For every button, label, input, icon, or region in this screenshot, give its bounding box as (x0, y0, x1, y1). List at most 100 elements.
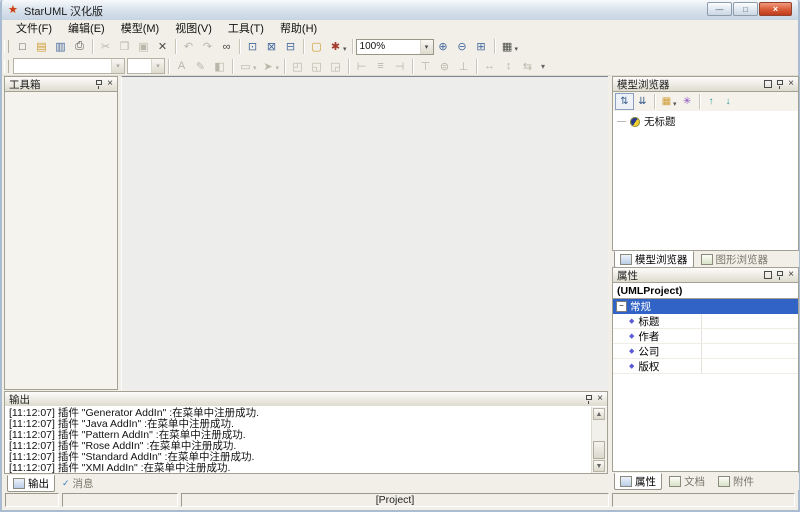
font-size-combobox[interactable]: ▾ (127, 58, 165, 74)
tab-documentation[interactable]: 文档 (663, 473, 711, 490)
tab-output[interactable]: 输出 (7, 475, 55, 492)
menu-edit[interactable]: 编辑(E) (60, 19, 113, 37)
align-left-button[interactable]: ⊢ (352, 58, 371, 75)
close-icon[interactable]: × (107, 79, 113, 89)
property-value[interactable] (701, 329, 798, 343)
output-log[interactable]: [11:12:07] 插件 "Generator AddIn" :在菜单中注册成… (4, 406, 608, 474)
title-bar[interactable]: ★ StarUML 汉化版 — □ × (2, 0, 798, 21)
restore-icon[interactable] (764, 271, 772, 279)
model-browser-header[interactable]: 模型浏览器 × (612, 76, 799, 92)
toolbar-overflow-icon[interactable]: ▾ (541, 62, 545, 71)
property-value[interactable] (701, 359, 798, 373)
align-middle-button[interactable]: ⊜ (435, 58, 454, 75)
close-icon[interactable]: × (597, 394, 603, 404)
property-group-row[interactable]: − 常规 (613, 299, 798, 314)
dropdown-caret-icon[interactable]: ▾ (515, 45, 519, 53)
property-type-selector[interactable]: (UMLProject) (612, 283, 799, 299)
align-center-button[interactable]: ≡ (371, 58, 390, 75)
tab-diagram-browser[interactable]: 图形浏览器 (695, 251, 775, 268)
property-row-author[interactable]: ◆ 作者 (613, 329, 798, 344)
dropdown-caret-icon[interactable]: ▾ (253, 64, 257, 72)
toolbox-body[interactable] (4, 92, 118, 390)
fit-to-window-button[interactable]: ⊞ (472, 38, 491, 55)
pin-icon[interactable] (776, 79, 784, 90)
scrollbar-thumb[interactable] (593, 441, 605, 459)
properties-header[interactable]: 属性 × (612, 267, 799, 283)
paste-button[interactable]: ▣ (134, 38, 153, 55)
property-row-title[interactable]: ◆ 标题 (613, 314, 798, 329)
print-button[interactable]: ⎙ (70, 38, 89, 55)
send-backward-button[interactable]: ◲ (326, 58, 345, 75)
close-button[interactable]: × (759, 2, 792, 16)
save-button[interactable]: ▥ (51, 38, 70, 55)
output-header[interactable]: 输出 × (4, 391, 608, 407)
zoom-combobox[interactable]: 100% ▾ (356, 39, 434, 55)
menu-file[interactable]: 文件(F) (8, 19, 60, 37)
combo-dropdown-icon[interactable]: ▾ (151, 59, 164, 73)
sort-alphabetic-button[interactable]: ⇅ (615, 93, 634, 110)
delete-button[interactable]: ✕ (153, 38, 172, 55)
tab-messages[interactable]: ✓ 消息 (56, 475, 100, 492)
redo-button[interactable]: ↷ (198, 38, 217, 55)
close-icon[interactable]: × (788, 270, 794, 280)
close-icon[interactable]: × (788, 79, 794, 89)
menu-view[interactable]: 视图(V) (167, 19, 220, 37)
menu-help[interactable]: 帮助(H) (272, 19, 325, 37)
toolbox-header[interactable]: 工具箱 × (4, 76, 118, 92)
move-down-button[interactable]: ↓ (720, 94, 737, 109)
undo-button[interactable]: ↶ (179, 38, 198, 55)
property-row-copyright[interactable]: ◆ 版权 (613, 359, 798, 374)
font-color-button[interactable]: A (172, 58, 191, 75)
model-explorer-toggle-button[interactable]: ▢ (307, 38, 326, 55)
tab-attachments[interactable]: 附件 (712, 473, 760, 490)
combo-dropdown-icon[interactable]: ▾ (111, 59, 124, 73)
align-bottom-button[interactable]: ⊥ (454, 58, 473, 75)
zoom-in-button[interactable]: ⊕ (434, 38, 453, 55)
line-color-button[interactable]: ✎ (191, 58, 210, 75)
property-row-company[interactable]: ◆ 公司 (613, 344, 798, 359)
toolbar-grip[interactable] (4, 40, 9, 53)
minimize-button[interactable]: — (707, 2, 732, 16)
find-button[interactable]: ∞ (217, 38, 236, 55)
select-in-docs-button[interactable]: ⊟ (281, 38, 300, 55)
pin-icon[interactable] (776, 270, 784, 281)
align-top-button[interactable]: ⊤ (416, 58, 435, 75)
restore-icon[interactable] (764, 80, 772, 88)
cut-button[interactable]: ✂ (96, 38, 115, 55)
sort-by-type-button[interactable]: ⇊ (634, 94, 651, 109)
maximize-button[interactable]: □ (733, 2, 758, 16)
model-browser-tree[interactable]: 无标题 (612, 111, 799, 251)
property-grid[interactable]: − 常规 ◆ 标题 ◆ 作者 ◆ 公司 ◆ 版权 (612, 299, 799, 472)
font-name-combobox[interactable]: ▾ (13, 58, 125, 74)
dropdown-caret-icon[interactable]: ▾ (343, 45, 347, 53)
toolbar-grip[interactable] (4, 60, 9, 73)
collapse-icon[interactable]: − (616, 301, 627, 312)
move-up-button[interactable]: ↑ (703, 94, 720, 109)
bring-to-front-button[interactable]: ◰ (288, 58, 307, 75)
select-in-model-button[interactable]: ⊡ (243, 38, 262, 55)
space-evenly-button[interactable]: ⇆ (518, 58, 537, 75)
open-button[interactable]: ▤ (32, 38, 51, 55)
diagram-canvas[interactable] (121, 76, 608, 390)
scroll-down-icon[interactable]: ▼ (593, 460, 605, 472)
tab-properties[interactable]: 属性 (614, 473, 662, 490)
copy-button[interactable]: ❐ (115, 38, 134, 55)
scroll-up-icon[interactable]: ▲ (593, 408, 605, 420)
tree-item-project[interactable]: 无标题 (613, 111, 798, 129)
combo-dropdown-icon[interactable]: ▾ (420, 40, 433, 54)
pin-icon[interactable] (95, 79, 103, 90)
new-button[interactable]: □ (13, 38, 32, 55)
property-value[interactable] (701, 344, 798, 358)
menu-tools[interactable]: 工具(T) (220, 19, 272, 37)
output-scrollbar[interactable]: ▲ ▼ (591, 407, 607, 473)
property-value[interactable] (701, 314, 798, 328)
align-right-button[interactable]: ⊣ (390, 58, 409, 75)
dropdown-caret-icon[interactable]: ▾ (673, 100, 677, 108)
zoom-out-button[interactable]: ⊖ (453, 38, 472, 55)
wizard-button[interactable]: ✳ (679, 94, 696, 109)
send-to-back-button[interactable]: ◱ (307, 58, 326, 75)
fill-color-button[interactable]: ◧ (210, 58, 229, 75)
pin-icon[interactable] (585, 394, 593, 405)
same-width-button[interactable]: ↔ (480, 58, 499, 75)
select-in-diagram-button[interactable]: ⊠ (262, 38, 281, 55)
